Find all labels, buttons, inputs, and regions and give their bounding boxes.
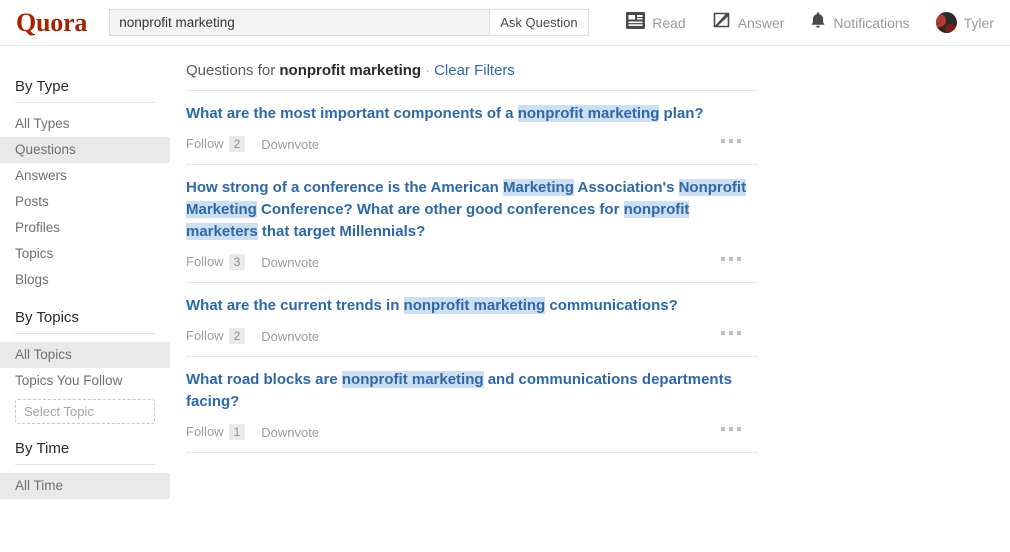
bell-icon bbox=[810, 11, 826, 34]
question-actions: Follow 3 Downvote bbox=[186, 253, 758, 271]
follow-label: Follow bbox=[186, 254, 224, 269]
nav-item-read[interactable]: Read bbox=[626, 11, 686, 34]
results-header-query: nonprofit marketing bbox=[279, 62, 422, 79]
question-title-text: What are the current trends in bbox=[186, 297, 404, 314]
sidebar-item-all-time[interactable]: All Time bbox=[0, 473, 170, 499]
header-nav: Read Answer Notifications Tyler bbox=[626, 11, 994, 34]
question-title-text: How strong of a conference is the Americ… bbox=[186, 179, 504, 196]
question-title-text: What road blocks are bbox=[186, 371, 342, 388]
sidebar-item-questions[interactable]: Questions bbox=[0, 137, 170, 163]
sidebar-item-topics[interactable]: Topics bbox=[0, 241, 170, 267]
more-options-icon[interactable] bbox=[718, 136, 744, 146]
top-header: Quora Ask Question Read bbox=[0, 0, 1010, 46]
sidebar-item-topics-you-follow[interactable]: Topics You Follow bbox=[0, 368, 170, 394]
ask-question-button[interactable]: Ask Question bbox=[489, 9, 589, 36]
results-list: What are the most important components o… bbox=[186, 91, 1010, 453]
question-title-text: that target Millennials? bbox=[257, 223, 426, 240]
downvote-button[interactable]: Downvote bbox=[261, 255, 319, 270]
sidebar-item-posts[interactable]: Posts bbox=[0, 189, 170, 215]
sidebar-item-profiles[interactable]: Profiles bbox=[0, 215, 170, 241]
search-input[interactable] bbox=[109, 9, 490, 36]
nav-item-notifications[interactable]: Notifications bbox=[810, 11, 910, 34]
read-icon bbox=[626, 11, 646, 34]
avatar bbox=[935, 12, 957, 33]
sidebar-divider bbox=[15, 333, 155, 334]
question-actions: Follow 2 Downvote bbox=[186, 327, 758, 345]
question-title-link[interactable]: What are the most important components o… bbox=[186, 103, 758, 125]
question-title-link[interactable]: What road blocks are nonprofit marketing… bbox=[186, 369, 758, 413]
search-term-highlight: nonprofit marketing bbox=[341, 371, 484, 388]
result-item: How strong of a conference is the Americ… bbox=[186, 165, 758, 283]
downvote-button[interactable]: Downvote bbox=[261, 329, 319, 344]
sidebar-section-by-type: By Type All Types Questions Answers Post… bbox=[0, 78, 170, 293]
more-options-icon[interactable] bbox=[718, 328, 744, 338]
nav-label-username: Tyler bbox=[963, 14, 994, 31]
sidebar-section-by-topics: By Topics All Topics Topics You Follow bbox=[0, 309, 170, 424]
follow-button[interactable]: Follow 2 bbox=[186, 136, 246, 152]
search-term-highlight: nonprofit marketing bbox=[403, 297, 546, 314]
result-item: What road blocks are nonprofit marketing… bbox=[186, 357, 758, 453]
search-term-highlight: Marketing bbox=[503, 179, 574, 196]
clear-filters-link[interactable]: Clear Filters bbox=[434, 62, 515, 79]
sidebar-item-all-types[interactable]: All Types bbox=[0, 111, 170, 137]
sidebar-item-all-topics[interactable]: All Topics bbox=[0, 342, 170, 368]
downvote-button[interactable]: Downvote bbox=[261, 137, 319, 152]
results-header: Questions for nonprofit marketing · Clear … bbox=[186, 62, 758, 91]
question-title-text: plan? bbox=[659, 105, 704, 122]
sidebar-item-answers[interactable]: Answers bbox=[0, 163, 170, 189]
sidebar-section-by-time: By Time All Time bbox=[0, 440, 170, 499]
follow-count-badge: 2 bbox=[228, 328, 246, 344]
sidebar-divider bbox=[15, 102, 155, 103]
question-title-text: What are the most important components o… bbox=[186, 105, 518, 122]
result-item: What are the most important components o… bbox=[186, 91, 758, 165]
follow-button[interactable]: Follow 1 bbox=[186, 424, 246, 440]
sidebar-divider bbox=[15, 464, 155, 465]
more-options-icon[interactable] bbox=[718, 254, 744, 264]
sidebar-item-blogs[interactable]: Blogs bbox=[0, 267, 170, 293]
question-title-text: communications? bbox=[545, 297, 678, 314]
filters-sidebar: By Type All Types Questions Answers Post… bbox=[0, 46, 170, 507]
result-item: What are the current trends in nonprofit… bbox=[186, 283, 758, 357]
results-header-prefix: Questions for bbox=[186, 62, 280, 79]
quora-logo[interactable]: Quora bbox=[16, 9, 87, 36]
nav-label-read: Read bbox=[652, 14, 686, 31]
question-actions: Follow 2 Downvote bbox=[186, 135, 758, 153]
question-title-link[interactable]: What are the current trends in nonprofit… bbox=[186, 295, 758, 317]
follow-count-badge: 2 bbox=[228, 136, 246, 152]
follow-label: Follow bbox=[186, 328, 224, 343]
follow-button[interactable]: Follow 2 bbox=[186, 328, 246, 344]
follow-count-badge: 3 bbox=[228, 254, 246, 270]
search-results-main: Questions for nonprofit marketing · Clear … bbox=[170, 46, 1010, 507]
question-title-text: Association's bbox=[573, 179, 679, 196]
downvote-button[interactable]: Downvote bbox=[261, 425, 319, 440]
follow-button[interactable]: Follow 3 bbox=[186, 254, 246, 270]
more-options-icon[interactable] bbox=[718, 424, 744, 434]
question-title-link[interactable]: How strong of a conference is the Americ… bbox=[186, 177, 758, 243]
nav-item-profile[interactable]: Tyler bbox=[935, 12, 994, 33]
nav-label-answer: Answer bbox=[737, 14, 785, 31]
question-title-text: Conference? What are other good conferen… bbox=[256, 201, 624, 218]
question-actions: Follow 1 Downvote bbox=[186, 423, 758, 441]
sidebar-title-by-time: By Time bbox=[15, 440, 70, 457]
nav-item-answer[interactable]: Answer bbox=[712, 11, 785, 34]
results-header-separator: · bbox=[425, 62, 431, 79]
nav-label-notifications: Notifications bbox=[833, 14, 910, 31]
follow-label: Follow bbox=[186, 136, 224, 151]
sidebar-title-by-type: By Type bbox=[15, 78, 69, 95]
search-bar: Ask Question bbox=[109, 9, 589, 36]
pencil-icon bbox=[712, 11, 731, 34]
follow-count-badge: 1 bbox=[228, 424, 246, 440]
follow-label: Follow bbox=[186, 424, 224, 439]
select-topic-input[interactable] bbox=[15, 399, 155, 424]
sidebar-title-by-topics: By Topics bbox=[15, 309, 79, 326]
search-term-highlight: nonprofit marketing bbox=[517, 105, 660, 122]
